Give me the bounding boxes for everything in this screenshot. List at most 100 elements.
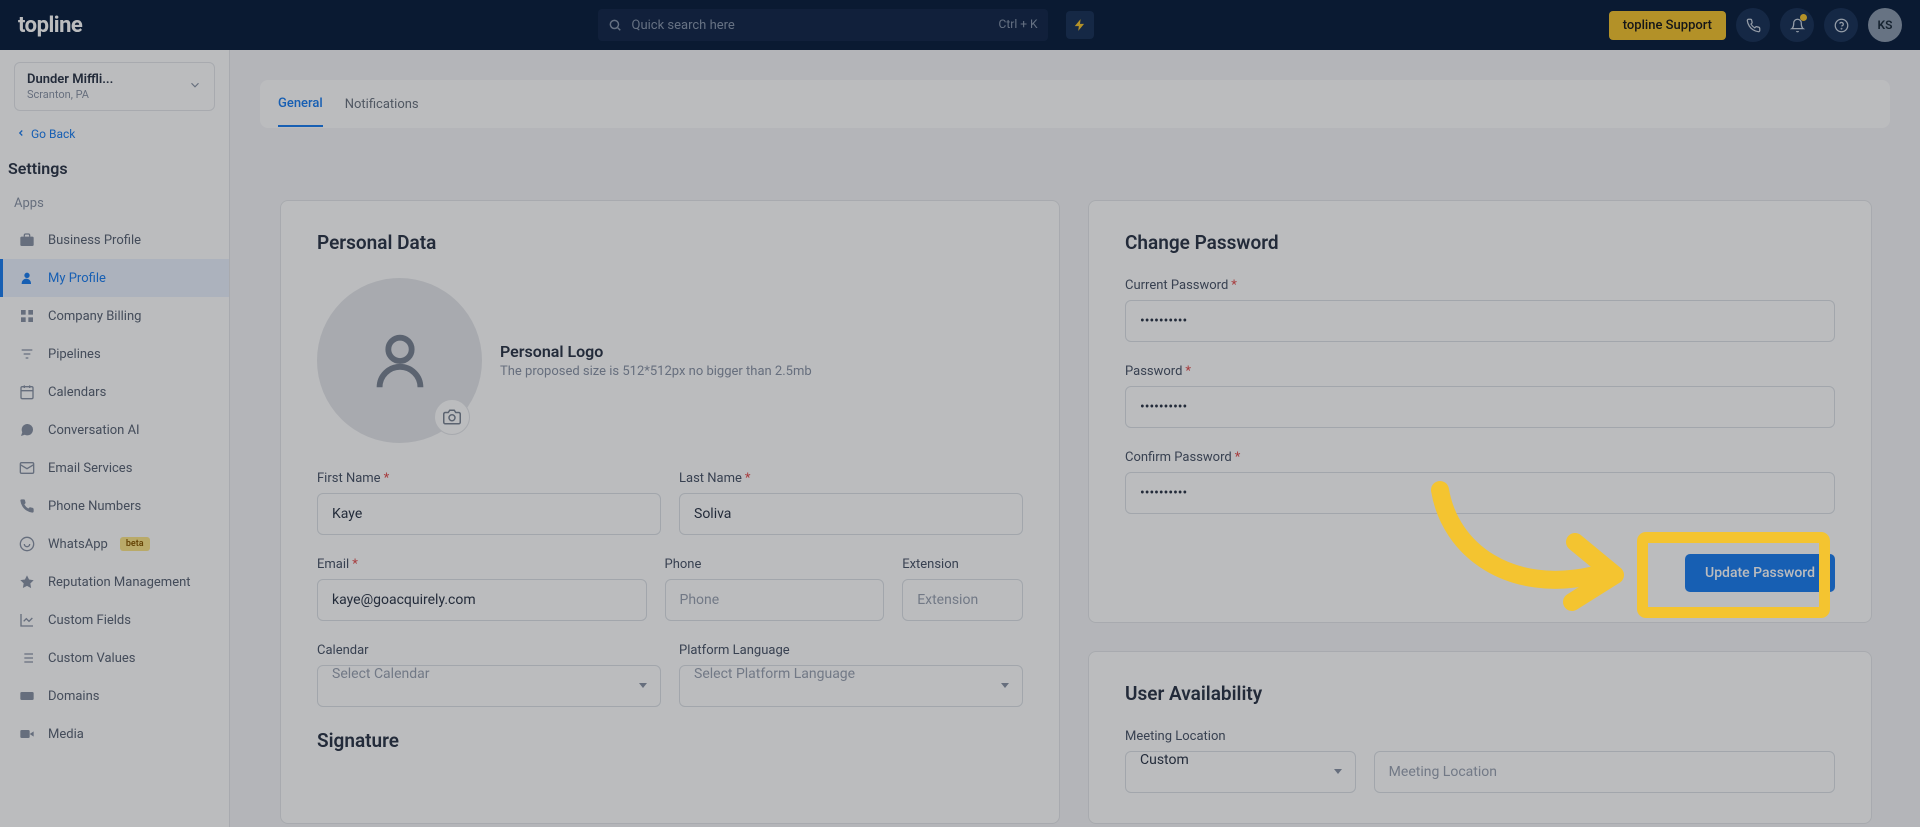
go-back-label: Go Back — [31, 127, 75, 141]
sidebar-item-my-profile[interactable]: My Profile — [0, 259, 229, 297]
sidebar-item-label: Conversation AI — [48, 423, 140, 438]
language-select[interactable]: Select Platform Language — [679, 665, 1023, 707]
current-password-label: Current Password* — [1125, 278, 1835, 293]
user-availability-card: User Availability Meeting Location Custo… — [1088, 651, 1872, 824]
email-label: Email* — [317, 557, 647, 572]
sidebar-item-domains[interactable]: Domains — [0, 677, 229, 715]
phone-input[interactable] — [665, 579, 885, 621]
sidebar-item-label: Phone Numbers — [48, 499, 141, 514]
sidebar-item-custom-fields[interactable]: Custom Fields — [0, 601, 229, 639]
tabs-bar: General Notifications — [260, 80, 1890, 128]
last-name-input[interactable] — [679, 493, 1023, 535]
sidebar-item-phone-numbers[interactable]: Phone Numbers — [0, 487, 229, 525]
filter-icon — [18, 345, 36, 363]
sidebar-item-label: Email Services — [48, 461, 132, 476]
meeting-location-input[interactable] — [1374, 751, 1835, 793]
mail-icon — [18, 459, 36, 477]
phone-button[interactable] — [1736, 8, 1770, 42]
confirm-password-input[interactable] — [1125, 472, 1835, 514]
calendar-label: Calendar — [317, 643, 661, 658]
change-password-card: Change Password Current Password* Passwo… — [1088, 200, 1872, 623]
card-title: Change Password — [1125, 231, 1835, 254]
sidebar-item-business-profile[interactable]: Business Profile — [0, 221, 229, 259]
user-icon — [18, 269, 36, 287]
go-back-link[interactable]: Go Back — [0, 121, 229, 147]
video-icon — [18, 725, 36, 743]
sidebar-item-label: My Profile — [48, 271, 106, 286]
search-wrap: Ctrl + K — [598, 9, 1048, 41]
search-icon — [608, 17, 622, 36]
card-title: User Availability — [1125, 682, 1835, 705]
sidebar-item-label: Custom Values — [48, 651, 136, 666]
sidebar-item-label: Company Billing — [48, 309, 141, 324]
top-nav: topline Ctrl + K topline Support KS — [0, 0, 1920, 50]
sidebar-item-media[interactable]: Media — [0, 715, 229, 753]
list-icon — [18, 649, 36, 667]
sidebar-item-label: Custom Fields — [48, 613, 131, 628]
help-button[interactable] — [1824, 8, 1858, 42]
tab-notifications[interactable]: Notifications — [345, 83, 419, 126]
nav-right: topline Support KS — [1609, 8, 1902, 42]
sidebar-item-whatsapp[interactable]: WhatsApp beta — [0, 525, 229, 563]
sidebar-item-email-services[interactable]: Email Services — [0, 449, 229, 487]
user-icon — [365, 326, 435, 396]
notifications-button[interactable] — [1780, 8, 1814, 42]
sidebar-item-label: Business Profile — [48, 233, 141, 248]
confirm-password-label: Confirm Password* — [1125, 450, 1835, 465]
search-shortcut: Ctrl + K — [999, 17, 1038, 31]
flash-button[interactable] — [1066, 11, 1094, 39]
current-password-input[interactable] — [1125, 300, 1835, 342]
chevron-down-icon — [188, 77, 202, 96]
beta-badge: beta — [120, 537, 150, 551]
profile-avatar[interactable] — [317, 278, 482, 443]
notification-dot-icon — [1800, 14, 1807, 21]
camera-button[interactable] — [434, 399, 470, 435]
calendar-select[interactable]: Select Calendar — [317, 665, 661, 707]
sidebar-item-conversation-ai[interactable]: Conversation AI — [0, 411, 229, 449]
first-name-input[interactable] — [317, 493, 661, 535]
sidebar-item-label: Reputation Management — [48, 575, 191, 590]
last-name-label: Last Name* — [679, 471, 1023, 486]
card-icon — [18, 687, 36, 705]
camera-icon — [443, 408, 461, 426]
sidebar-item-label: Apps — [14, 196, 44, 211]
calendar-icon — [18, 383, 36, 401]
avatar[interactable]: KS — [1868, 8, 1902, 42]
star-icon — [18, 573, 36, 591]
email-input[interactable] — [317, 579, 647, 621]
sidebar-item-apps[interactable]: Apps — [0, 186, 229, 221]
phone-label: Phone — [665, 557, 885, 572]
main-area: General Notifications Personal Data Pers… — [230, 50, 1920, 827]
signature-title: Signature — [317, 729, 1023, 752]
chat-icon — [18, 421, 36, 439]
settings-title: Settings — [0, 155, 229, 186]
chart-icon — [18, 611, 36, 629]
sidebar-item-label: Domains — [48, 689, 99, 704]
search-input[interactable] — [598, 9, 1048, 41]
update-password-button[interactable]: Update Password — [1685, 554, 1835, 592]
meeting-location-select[interactable]: Custom — [1125, 751, 1356, 793]
sidebar-item-pipelines[interactable]: Pipelines — [0, 335, 229, 373]
org-name: Dunder Miffli... — [27, 72, 113, 88]
sidebar-item-label: Media — [48, 727, 84, 742]
tab-general[interactable]: General — [278, 82, 323, 127]
meeting-location-label: Meeting Location — [1125, 729, 1835, 744]
org-selector[interactable]: Dunder Miffli... Scranton, PA — [14, 62, 215, 111]
org-location: Scranton, PA — [27, 88, 113, 101]
platform-language-label: Platform Language — [679, 643, 1023, 658]
sidebar-item-label: Pipelines — [48, 347, 101, 362]
extension-input[interactable] — [902, 579, 1023, 621]
sidebar-item-calendars[interactable]: Calendars — [0, 373, 229, 411]
phone-icon — [18, 497, 36, 515]
personal-logo-sub: The proposed size is 512*512px no bigger… — [500, 364, 812, 379]
sidebar-item-custom-values[interactable]: Custom Values — [0, 639, 229, 677]
sidebar: Dunder Miffli... Scranton, PA Go Back Se… — [0, 50, 230, 827]
sidebar-item-label: WhatsApp — [48, 537, 108, 552]
personal-logo-title: Personal Logo — [500, 342, 812, 361]
content-scroll[interactable]: Personal Data Personal Logo The proposed… — [260, 170, 1902, 827]
sidebar-item-reputation[interactable]: Reputation Management — [0, 563, 229, 601]
sidebar-item-company-billing[interactable]: Company Billing — [0, 297, 229, 335]
password-label: Password* — [1125, 364, 1835, 379]
support-button[interactable]: topline Support — [1609, 11, 1726, 40]
password-input[interactable] — [1125, 386, 1835, 428]
